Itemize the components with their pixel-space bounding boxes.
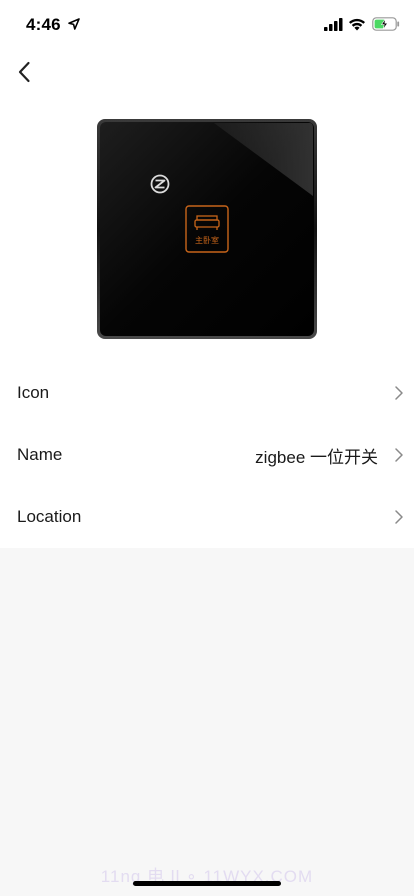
location-row[interactable]: Location bbox=[0, 486, 414, 548]
status-bar: 4:46 bbox=[0, 0, 414, 48]
device-name-value: zigbee 一位开关 bbox=[255, 447, 378, 467]
chevron-right-icon bbox=[395, 510, 403, 524]
chevron-left-icon bbox=[18, 61, 30, 83]
cellular-signal-icon bbox=[324, 18, 343, 31]
back-button[interactable] bbox=[8, 56, 40, 88]
status-time: 4:46 bbox=[26, 15, 61, 34]
zigbee-switch-image: 主卧室 bbox=[97, 119, 317, 339]
battery-charging-icon bbox=[372, 17, 400, 31]
chevron-right-icon bbox=[395, 386, 403, 400]
chevron-right-icon bbox=[395, 448, 403, 462]
icon-row-label: Icon bbox=[17, 383, 50, 402]
switch-key-label: 主卧室 bbox=[195, 235, 219, 245]
location-row-label: Location bbox=[17, 507, 82, 526]
name-row-label: Name bbox=[17, 445, 63, 464]
location-arrow-icon bbox=[68, 18, 80, 30]
icon-row[interactable]: Icon bbox=[0, 362, 414, 424]
home-indicator[interactable] bbox=[133, 881, 281, 886]
wifi-icon bbox=[349, 18, 365, 31]
device-settings-screen: 4:46 主卧室 Icon Name zigbee 一位开关 Location … bbox=[0, 0, 414, 896]
name-row[interactable]: Name zigbee 一位开关 bbox=[0, 424, 414, 486]
